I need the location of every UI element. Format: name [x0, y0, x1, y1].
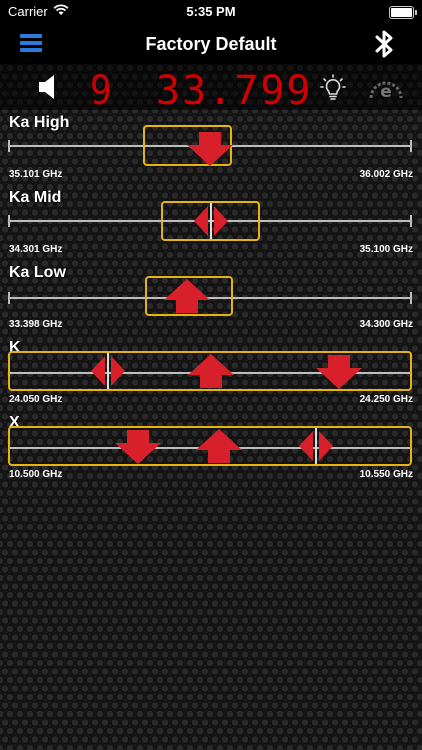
nav-bar: Factory Default — [0, 24, 422, 64]
battery-icon — [389, 6, 417, 19]
band-row-x: X 10.500 GHz 10.550 GHz — [0, 414, 422, 489]
band-row-ka-low: Ka Low 33.398 GHz 34.300 GHz — [0, 264, 422, 339]
lightbulb-icon[interactable] — [318, 72, 348, 102]
clock: 5:35 PM — [186, 4, 236, 19]
detection-window[interactable] — [8, 426, 412, 466]
band-row-ka-high: Ka High 35.101 GHz 36.002 GHz — [0, 114, 422, 189]
detection-window[interactable] — [145, 276, 233, 316]
eco-gauge-icon[interactable]: e — [366, 72, 406, 104]
band-label: Ka High — [9, 114, 70, 131]
band-min-frequency: 35.101 GHz — [9, 169, 63, 180]
svg-text:e: e — [380, 82, 392, 102]
status-bar: Carrier 5:35 PM — [0, 0, 422, 24]
speaker-icon[interactable] — [36, 72, 62, 102]
band-max-frequency: 34.300 GHz — [359, 319, 413, 330]
band-row-ka-mid: Ka Mid 34.301 GHz 35.100 GHz — [0, 189, 422, 264]
band-max-frequency: 24.250 GHz — [359, 394, 413, 405]
page-title: Factory Default — [145, 34, 277, 54]
band-max-frequency: 36.002 GHz — [359, 169, 413, 180]
detection-window[interactable] — [161, 201, 260, 241]
detector-display: 9 33.799 e — [0, 64, 422, 114]
band-digit-readout: 9 — [90, 68, 113, 114]
frequency-readout: 33.799 — [156, 68, 313, 114]
band-row-k: K 24.050 GHz 24.250 GHz — [0, 339, 422, 414]
band-min-frequency: 33.398 GHz — [9, 319, 63, 330]
detection-window[interactable] — [8, 351, 412, 391]
detection-window[interactable] — [143, 125, 232, 166]
band-min-frequency: 10.500 GHz — [9, 469, 63, 480]
band-max-frequency: 10.550 GHz — [359, 469, 413, 480]
band-min-frequency: 24.050 GHz — [9, 394, 63, 405]
bluetooth-icon[interactable] — [370, 28, 398, 60]
band-min-frequency: 34.301 GHz — [9, 244, 63, 255]
band-label: Ka Low — [9, 264, 66, 281]
band-max-frequency: 35.100 GHz — [359, 244, 413, 255]
band-label: Ka Mid — [9, 189, 62, 206]
